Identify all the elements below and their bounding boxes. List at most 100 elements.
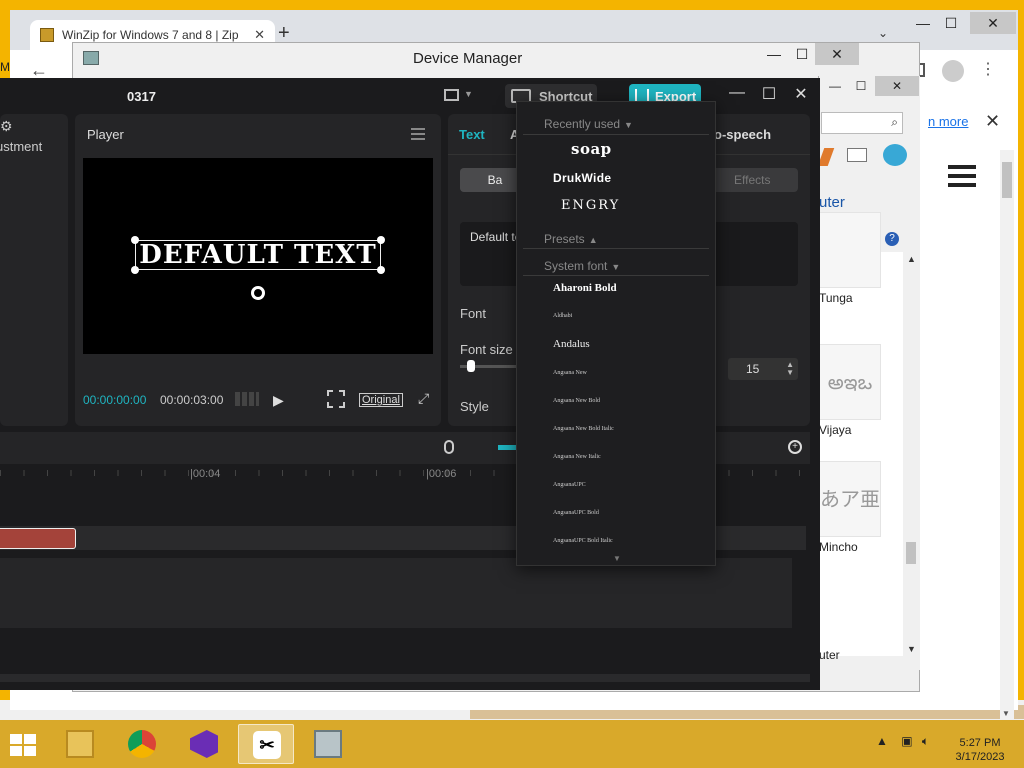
font-option[interactable]: DrukWide <box>553 171 611 185</box>
chrome-close-button[interactable]: ✕ <box>970 12 1016 34</box>
globe-icon[interactable] <box>883 144 907 166</box>
learn-more-link[interactable]: n more <box>928 114 968 129</box>
font-preview <box>819 212 881 288</box>
canvas-text[interactable]: DEFAULT TEXT <box>135 240 381 270</box>
presets-header[interactable]: Presets ▲ <box>544 232 598 246</box>
fullscreen-icon[interactable]: ⤢ <box>418 390 429 407</box>
fonts-scrollbar[interactable]: ▲ ▼ <box>903 252 919 656</box>
fonts-close-button[interactable]: ✕ <box>875 76 919 96</box>
sliders-icon[interactable]: ⚙ <box>0 118 13 135</box>
resize-handle[interactable] <box>377 266 385 274</box>
chrome-menu-icon[interactable]: ⋮ <box>980 59 996 79</box>
fonts-minimize-button[interactable]: — <box>823 76 847 96</box>
scroll-down-icon[interactable]: ▼ <box>1002 709 1010 718</box>
site-menu-icon[interactable] <box>948 165 976 192</box>
font-option[interactable]: Angsana New Bold Italic <box>553 426 614 432</box>
fonts-breadcrumb[interactable]: uter <box>819 194 845 211</box>
devmgr-minimize-button[interactable]: — <box>759 43 789 65</box>
divider <box>523 275 709 276</box>
microphone-icon[interactable] <box>444 440 454 454</box>
show-hidden-icon[interactable]: ▲ <box>876 734 888 748</box>
capcut-maximize-button[interactable]: ☐ <box>754 84 784 104</box>
font-option[interactable]: Aharoni Bold <box>553 282 617 294</box>
scroll-down-icon[interactable]: ▼ <box>613 554 621 563</box>
layout-icon[interactable]: ▼ <box>444 89 474 103</box>
network-icon[interactable]: ▣ <box>901 734 912 748</box>
player-menu-icon[interactable] <box>411 128 425 143</box>
play-icon[interactable]: ▶ <box>273 392 284 409</box>
text-clip[interactable] <box>0 528 76 549</box>
adjustment-label[interactable]: ustment <box>0 139 42 154</box>
folder-icon <box>66 730 94 758</box>
font-item[interactable]: あア亜 Mincho <box>819 461 903 554</box>
rotate-icon[interactable] <box>251 286 265 300</box>
total-time: 00:00:03:00 <box>160 393 224 407</box>
profile-avatar[interactable] <box>942 60 964 82</box>
font-option[interactable]: Andalus <box>553 338 590 350</box>
font-dropdown: Recently used ▼ soap DrukWide ENGRY Prese… <box>516 101 716 566</box>
taskbar-chrome[interactable] <box>114 724 170 764</box>
fonts-search-input[interactable]: ⌕ <box>821 112 903 134</box>
font-option[interactable]: soap <box>571 140 612 158</box>
font-option[interactable]: Angsana New Italic <box>553 454 601 460</box>
chrome-scrollbar[interactable]: ▼ <box>1000 150 1014 720</box>
pen-icon[interactable] <box>817 148 835 166</box>
font-option[interactable]: AngsanaUPC <box>553 482 586 488</box>
resize-handle[interactable] <box>131 266 139 274</box>
caret-down-icon: ▼ <box>611 262 621 272</box>
font-option[interactable]: ENGRY <box>561 198 620 213</box>
taskbar-device-manager[interactable] <box>300 724 356 764</box>
font-option[interactable]: AngsanaUPC Bold Italic <box>553 538 613 544</box>
devmgr-maximize-button[interactable]: ☐ <box>787 43 817 65</box>
system-font-header[interactable]: System font ▼ <box>544 259 620 273</box>
volume-icon[interactable]: 🔈︎ <box>922 734 929 748</box>
taskbar-file-explorer[interactable] <box>52 724 108 764</box>
style-label: Style <box>460 399 489 414</box>
recently-used-header[interactable]: Recently used ▼ <box>544 117 633 131</box>
project-name[interactable]: 0317 <box>127 89 156 104</box>
slider-knob[interactable] <box>467 360 475 372</box>
chrome-minimize-button[interactable]: — <box>908 12 938 34</box>
zoom-in-icon[interactable]: + <box>788 440 802 454</box>
taskbar-clock[interactable]: 5:27 PM 3/17/2023 <box>950 736 1010 764</box>
grid-icon[interactable] <box>235 392 259 406</box>
capcut-minimize-button[interactable]: — <box>722 84 752 102</box>
start-button[interactable] <box>10 734 38 758</box>
link-icon[interactable] <box>498 445 516 450</box>
tab-close-icon[interactable]: ✕ <box>254 27 265 43</box>
font-item[interactable]: Tunga <box>819 212 903 305</box>
main-track <box>0 558 792 628</box>
capcut-close-button[interactable]: ✕ <box>786 84 816 104</box>
banner-close-icon[interactable]: ✕ <box>985 111 1000 132</box>
font-option[interactable]: Aldhabi <box>553 313 572 319</box>
tab-text-to-speech[interactable]: o-speech <box>714 127 771 142</box>
taskbar-visual-studio[interactable] <box>176 724 232 764</box>
fonts-maximize-button[interactable]: ☐ <box>849 76 873 96</box>
scroll-up-icon[interactable]: ▲ <box>907 254 916 264</box>
chrome-maximize-button[interactable]: ☐ <box>936 12 966 34</box>
ratio-button[interactable]: Original <box>359 393 403 407</box>
font-name: Tunga <box>819 291 853 305</box>
font-size-value: 15 <box>746 362 760 376</box>
font-option[interactable]: Angsana New <box>553 370 587 376</box>
resize-handle[interactable] <box>377 236 385 244</box>
chrome-scroll-thumb[interactable] <box>1002 162 1012 198</box>
scroll-down-icon[interactable]: ▼ <box>907 644 916 654</box>
font-option[interactable]: AngsanaUPC Bold <box>553 510 599 516</box>
resize-handle[interactable] <box>131 236 139 244</box>
snapshot-icon[interactable] <box>327 390 345 408</box>
fonts-scroll-thumb[interactable] <box>906 542 916 564</box>
tab-search-icon[interactable]: ⌄ <box>878 26 888 40</box>
devmgr-close-button[interactable]: ✕ <box>815 43 859 65</box>
stepper-arrows-icon[interactable]: ▲ ▼ <box>786 361 794 377</box>
card-icon[interactable] <box>847 148 867 162</box>
font-size-stepper[interactable]: 15 ▲ ▼ <box>728 358 798 380</box>
clock-date: 3/17/2023 <box>955 751 1005 763</box>
tab-text[interactable]: Text <box>459 127 485 142</box>
font-item[interactable]: అఇఒ Vijaya <box>819 344 903 437</box>
timeline-scrollbar[interactable] <box>0 674 810 682</box>
player-canvas[interactable]: DEFAULT TEXT <box>83 158 433 354</box>
segment-effects[interactable]: Effects <box>734 173 770 187</box>
taskbar-capcut[interactable]: ✂ <box>238 724 294 764</box>
font-option[interactable]: Angsana New Bold <box>553 398 600 404</box>
